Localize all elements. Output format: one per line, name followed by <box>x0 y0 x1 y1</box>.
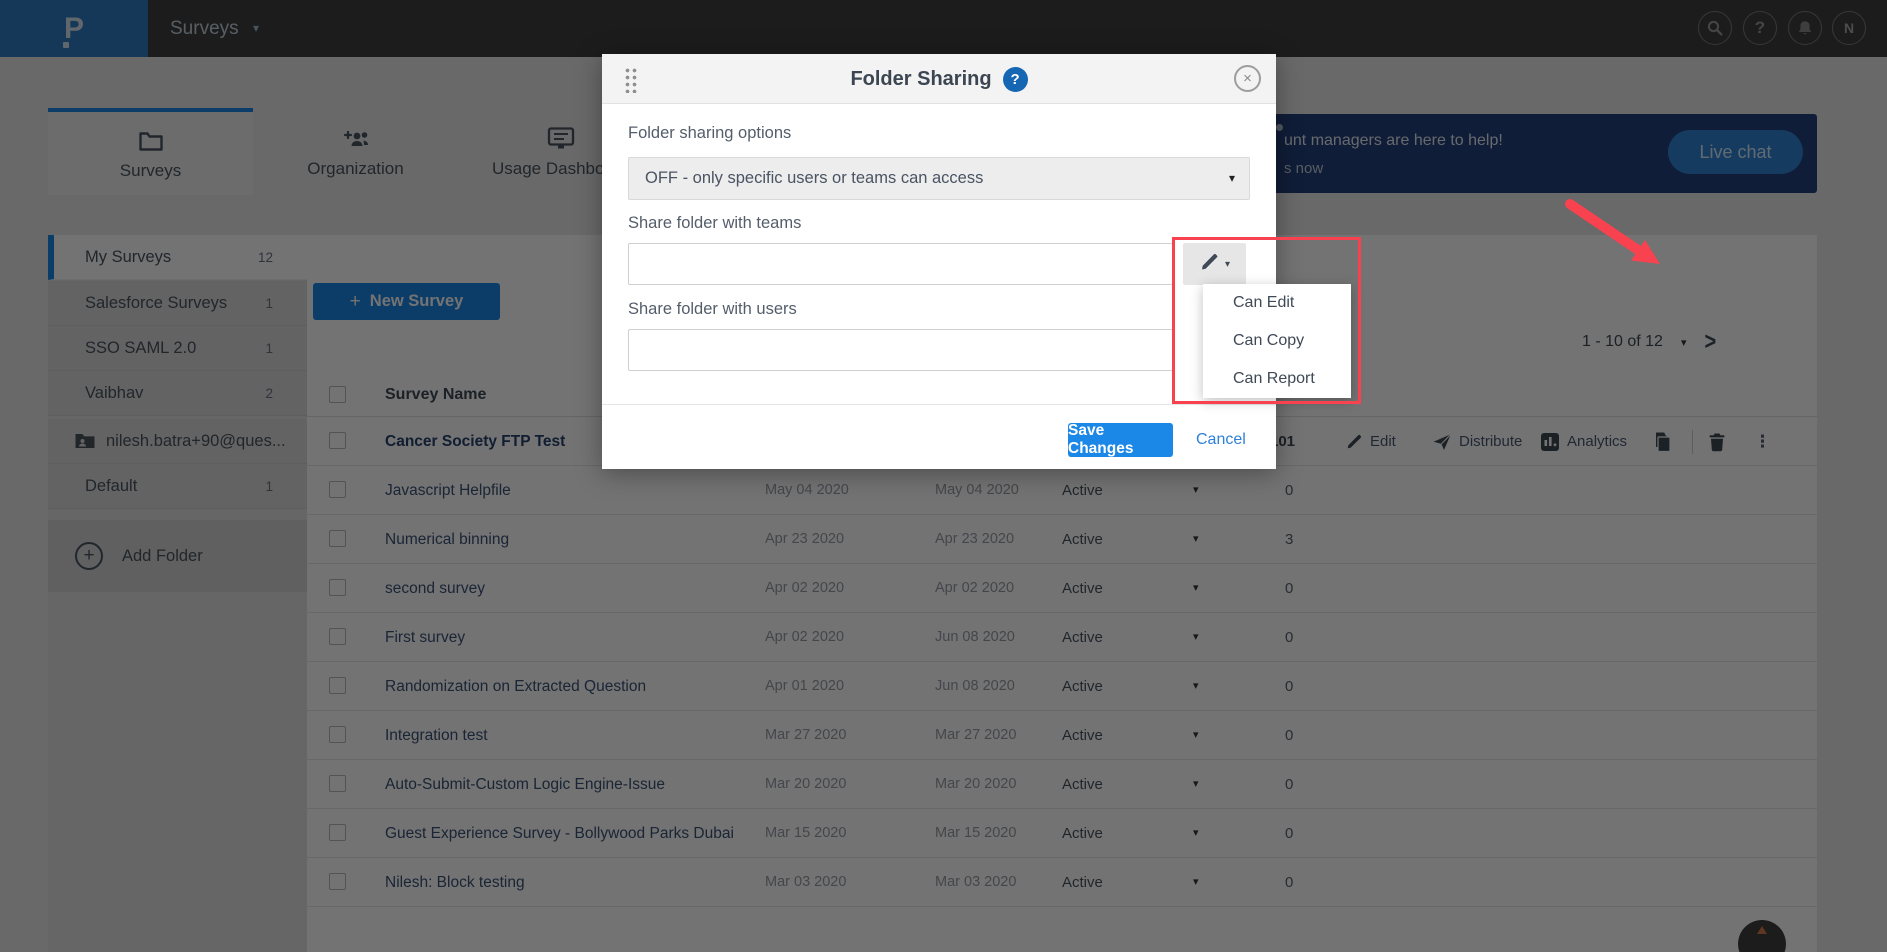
sharing-options-select[interactable]: OFF - only specific users or teams can a… <box>628 157 1250 200</box>
modal-close-button[interactable] <box>1234 65 1261 92</box>
share-teams-label: Share folder with teams <box>628 214 801 233</box>
sharing-options-value: OFF - only specific users or teams can a… <box>645 158 983 199</box>
modal-help-icon[interactable] <box>1003 67 1028 92</box>
share-users-label: Share folder with users <box>628 300 797 319</box>
sharing-options-label: Folder sharing options <box>628 124 791 143</box>
annotation-highlight-rectangle <box>1172 237 1361 404</box>
cancel-button[interactable]: Cancel <box>1196 423 1246 457</box>
share-teams-input[interactable] <box>628 243 1173 285</box>
app-screen: P Surveys ▾ ? N Surveys Organi <box>0 0 1887 952</box>
select-caret-icon <box>1229 158 1235 199</box>
modal-header: Folder Sharing <box>602 54 1276 104</box>
modal-footer-divider <box>602 404 1276 405</box>
save-changes-label: Save Changes <box>1068 422 1173 458</box>
modal-title: Folder Sharing <box>850 68 991 91</box>
share-users-input[interactable] <box>628 329 1173 371</box>
save-changes-button[interactable]: Save Changes <box>1068 423 1173 457</box>
annotation-arrow <box>1556 194 1668 278</box>
